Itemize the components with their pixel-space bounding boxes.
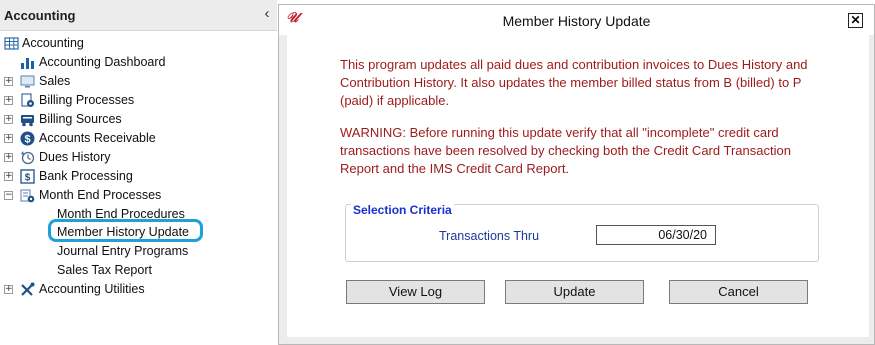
nav-title: Accounting (4, 8, 76, 23)
close-button[interactable]: ✕ (848, 13, 863, 28)
monitor-icon (20, 75, 35, 88)
svg-text:$: $ (25, 173, 31, 184)
tree-item-label: Dues History (39, 150, 111, 164)
history-icon (21, 151, 35, 165)
selection-criteria-legend: Selection Criteria (351, 203, 454, 217)
warning-message: WARNING: Before running this update veri… (340, 125, 791, 176)
dialog-title: Member History Update (502, 13, 651, 29)
selection-highlight (48, 219, 203, 242)
cancel-button[interactable]: Cancel (669, 280, 808, 304)
dialog-titlebar: 𝒰 Member History Update ✕ (279, 5, 874, 35)
collapse-icon[interactable]: − (4, 191, 13, 200)
dialog-body: This program updates all paid dues and c… (287, 35, 869, 337)
billing-gear-icon (21, 93, 34, 107)
navigation-panel: Accounting ‹ Accounting Accounting Dashb… (0, 0, 277, 345)
tree-item-label: Bank Processing (39, 169, 133, 183)
expand-icon[interactable]: + (4, 134, 13, 143)
transactions-thru-input[interactable] (596, 225, 716, 245)
info-message: This program updates all paid dues and c… (340, 57, 808, 108)
member-history-update-dialog: 𝒰 Member History Update ✕ This program u… (278, 4, 875, 345)
expand-icon[interactable]: + (4, 285, 13, 294)
tree-item-label: Accounting (22, 36, 84, 50)
expand-icon[interactable]: + (4, 115, 13, 124)
bank-icon: $ (20, 169, 35, 184)
tree-item-label: Sales Tax Report (57, 263, 152, 277)
dollar-circle-icon: $ (20, 131, 35, 146)
nav-header: Accounting ‹ (0, 0, 277, 31)
month-end-icon (20, 189, 35, 203)
expand-icon[interactable]: + (4, 153, 13, 162)
update-button[interactable]: Update (505, 280, 644, 304)
tree-item-label: Month End Processes (39, 188, 162, 202)
expand-icon[interactable]: + (4, 77, 13, 86)
tree-item-label: Billing Sources (39, 112, 122, 126)
expand-icon[interactable]: + (4, 172, 13, 181)
tree-item-label: Billing Processes (39, 93, 135, 107)
collapse-panel-icon[interactable]: ‹ (260, 5, 274, 23)
selection-criteria-group: Selection Criteria Transactions Thru (345, 203, 819, 262)
bar-chart-icon (21, 58, 34, 69)
billing-sources-icon (21, 115, 34, 127)
tree-item-label: Accounting Utilities (39, 282, 145, 296)
svg-text:$: $ (24, 134, 30, 146)
transactions-thru-label: Transactions Thru (439, 229, 540, 243)
tree-item-label: Accounts Receivable (39, 131, 156, 145)
tree-item-label: Accounting Dashboard (39, 55, 166, 69)
tools-icon (21, 282, 35, 296)
view-log-button[interactable]: View Log (346, 280, 485, 304)
table-grid-icon (4, 37, 19, 50)
tree-item-label: Journal Entry Programs (57, 244, 189, 258)
tree-item-label: Sales (39, 74, 71, 88)
expand-icon[interactable]: + (4, 96, 13, 105)
